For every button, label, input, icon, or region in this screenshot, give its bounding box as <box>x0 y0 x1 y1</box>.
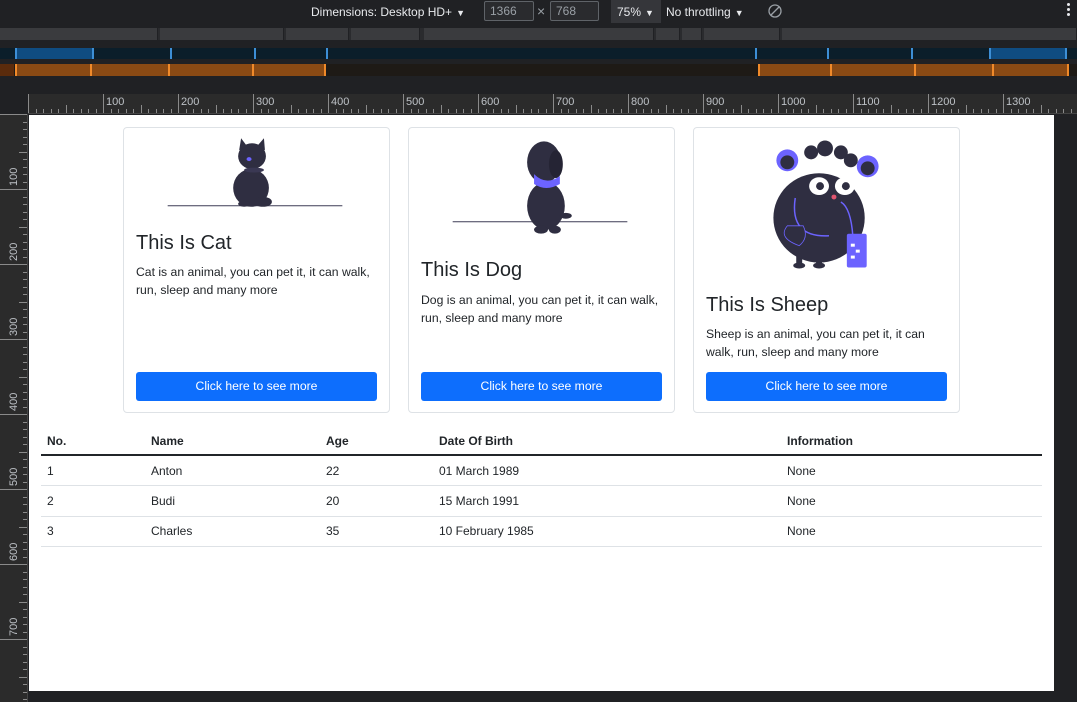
width-input[interactable]: 1366 <box>484 1 534 21</box>
media-query-row-min[interactable] <box>0 28 1077 40</box>
ruler-label: 1300 <box>1006 96 1031 108</box>
card-text: Sheep is an animal, you can pet it, it c… <box>706 327 925 359</box>
media-query-row-min-width[interactable] <box>0 64 1077 76</box>
dimension-separator: × <box>537 3 546 19</box>
card-cat: This Is Cat Cat is an animal, you can pe… <box>123 127 390 413</box>
devtools-gutter <box>29 691 1054 702</box>
ruler-label: 200 <box>181 96 200 108</box>
table-row: 2 Budi 20 15 March 1991 None <box>41 485 1042 517</box>
chevron-down-icon: ▼ <box>734 8 744 18</box>
chevron-down-icon: ▼ <box>456 8 465 18</box>
ruler-label: 700 <box>8 617 20 636</box>
media-query-row-max[interactable] <box>0 48 1077 59</box>
card-text: Dog is an animal, you can pet it, it can… <box>421 293 659 325</box>
more-options-icon[interactable] <box>1066 3 1072 19</box>
ruler-label: 900 <box>706 96 725 108</box>
ruler-label: 400 <box>8 392 20 411</box>
ruler-label: 600 <box>8 542 20 561</box>
ruler-label: 1200 <box>931 96 956 108</box>
see-more-button[interactable]: Click here to see more <box>706 372 947 401</box>
table-cell: Anton <box>145 455 320 486</box>
cat-illustration-icon <box>167 138 343 207</box>
ruler-label: 200 <box>8 242 20 261</box>
table-row: 3 Charles 35 10 February 1985 None <box>41 516 1042 547</box>
table-cell: Charles <box>145 516 320 547</box>
ruler-label: 300 <box>256 96 275 108</box>
card-sheep: This Is Sheep Sheep is an animal, you ca… <box>693 127 960 413</box>
ruler-label: 500 <box>8 467 20 486</box>
card-title: This Is Cat <box>136 232 232 254</box>
card-title: This Is Dog <box>421 259 523 281</box>
table-cell: 2 <box>41 485 145 517</box>
chevron-down-icon: ▼ <box>645 8 654 18</box>
table-cell: 22 <box>320 455 433 486</box>
card-text: Cat is an animal, you can pet it, it can… <box>136 265 370 297</box>
zoom-dropdown[interactable]: 75% ▼ <box>611 0 661 23</box>
rotate-icon[interactable] <box>767 3 783 19</box>
table-cell: 10 February 1985 <box>433 516 781 547</box>
see-more-button[interactable]: Click here to see more <box>136 372 377 401</box>
column-header: Date Of Birth <box>433 427 781 456</box>
table-cell: 3 <box>41 516 145 547</box>
table-cell: Budi <box>145 485 320 517</box>
column-header: Name <box>145 427 320 456</box>
ruler-label: 500 <box>406 96 425 108</box>
device-toolbar: Dimensions: Desktop HD+ ▼ 1366 × 768 75% ▼… <box>0 0 1077 24</box>
ruler-label: 300 <box>8 317 20 336</box>
ruler-label: 700 <box>556 96 575 108</box>
table-cell: 01 March 1989 <box>433 455 781 486</box>
vertical-ruler: 100 200 300 400 500 600 700 <box>0 114 28 702</box>
sheep-illustration-icon <box>773 140 879 269</box>
column-header: Age <box>320 427 433 456</box>
throttling-label: No throttling <box>666 5 731 19</box>
dog-illustration-icon <box>452 141 628 234</box>
height-input[interactable]: 768 <box>550 1 599 21</box>
table-cell: None <box>781 516 1042 547</box>
zoom-label: 75% <box>617 5 642 19</box>
table-cell: 1 <box>41 455 145 486</box>
card-dog: This Is Dog Dog is an animal, you can pe… <box>408 127 675 413</box>
column-header: No. <box>41 427 145 456</box>
see-more-button[interactable]: Click here to see more <box>421 372 662 401</box>
table-cell: None <box>781 485 1042 517</box>
ruler-label: 800 <box>631 96 650 108</box>
ruler-label: 1000 <box>781 96 806 108</box>
ruler-label: 600 <box>481 96 500 108</box>
ruler-label: 100 <box>106 96 125 108</box>
device-label: Dimensions: Desktop HD+ <box>311 5 453 19</box>
table-row: 1 Anton 22 01 March 1989 None <box>41 455 1042 486</box>
table-cell: None <box>781 455 1042 486</box>
table-cell: 20 <box>320 485 433 517</box>
ruler-label: 400 <box>331 96 350 108</box>
table-header-row: No. Name Age Date Of Birth Information <box>41 427 1042 456</box>
table-cell: 15 March 1991 <box>433 485 781 517</box>
ruler-label: 100 <box>8 167 20 186</box>
column-header: Information <box>781 427 1042 456</box>
horizontal-ruler: 100 200 300 400 500 600 700 800 900 1000 1100 1200 1… <box>28 94 1077 114</box>
page-viewport: This Is Cat Cat is an animal, you can pe… <box>29 115 1054 691</box>
device-dropdown[interactable]: Dimensions: Desktop HD+ ▼ <box>311 4 465 20</box>
throttling-dropdown[interactable]: No throttling ▼ <box>666 4 744 20</box>
devtools-gutter <box>1054 115 1077 702</box>
ruler-label: 1100 <box>856 96 880 108</box>
animals-table: No. Name Age Date Of Birth Information 1… <box>41 427 1042 547</box>
card-title: This Is Sheep <box>706 294 829 316</box>
table-cell: 35 <box>320 516 433 547</box>
media-query-bars <box>0 24 1077 94</box>
